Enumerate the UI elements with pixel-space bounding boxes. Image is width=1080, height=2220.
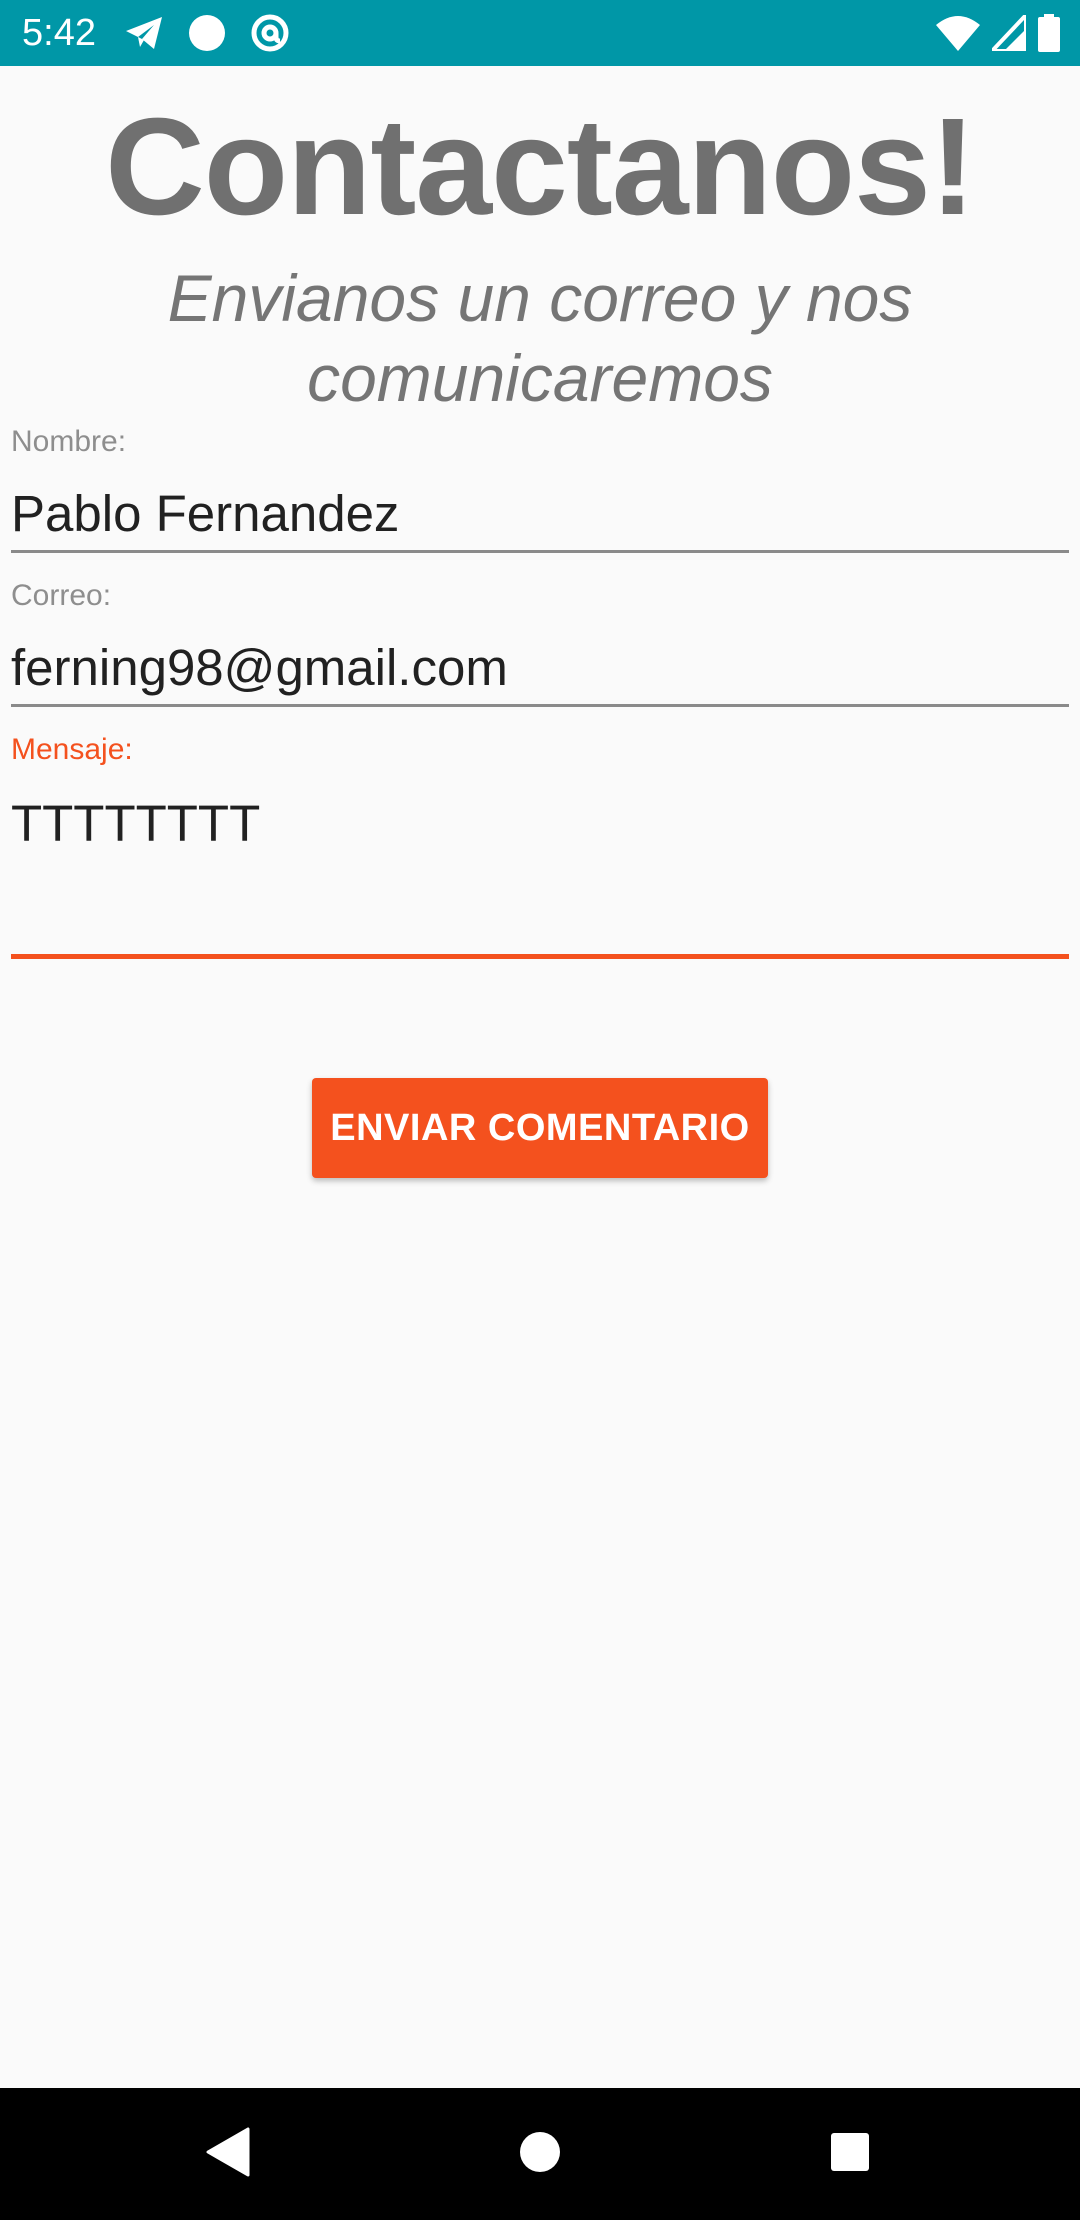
signal-icon [992, 15, 1026, 51]
name-field-label: Nombre: [11, 425, 127, 458]
at-sign-icon [250, 13, 290, 53]
home-button[interactable] [460, 2088, 620, 2220]
circle-icon [188, 14, 226, 52]
back-icon [206, 2127, 250, 2182]
recents-icon [830, 2132, 870, 2177]
contact-screen: 5:42 Contactanos! Envianos un correo y n… [0, 0, 1080, 2220]
status-system-icons [936, 12, 1060, 54]
battery-icon [1038, 14, 1060, 52]
telegram-icon [124, 15, 164, 51]
recents-button[interactable] [770, 2088, 930, 2220]
message-field-label: Mensaje: [11, 733, 133, 766]
back-button[interactable] [148, 2088, 308, 2220]
send-comment-button[interactable]: ENVIAR COMENTARIO [312, 1078, 768, 1178]
home-icon [519, 2131, 561, 2178]
message-field[interactable]: Mensaje: TTTTTTTT [11, 732, 1069, 962]
email-field-label: Correo: [11, 579, 112, 612]
status-notification-icons [124, 12, 290, 54]
wifi-icon [936, 15, 980, 51]
message-field-underline [11, 954, 1069, 959]
navigation-bar [0, 2088, 1080, 2220]
email-field[interactable]: Correo: ferning98@gmail.com [11, 578, 1069, 708]
page-subtitle: Envianos un correo y nos comunicaremos [167, 261, 913, 415]
name-field-underline [11, 550, 1069, 553]
email-input[interactable]: ferning98@gmail.com [11, 638, 508, 698]
name-input[interactable]: Pablo Fernandez [11, 484, 399, 544]
status-time: 5:42 [22, 12, 96, 54]
message-input[interactable]: TTTTTTTT [11, 794, 260, 854]
status-bar: 5:42 [0, 0, 1080, 66]
email-field-underline [11, 704, 1069, 707]
page-title: Contactanos! [105, 90, 976, 244]
name-field[interactable]: Nombre: Pablo Fernandez [11, 424, 1069, 554]
